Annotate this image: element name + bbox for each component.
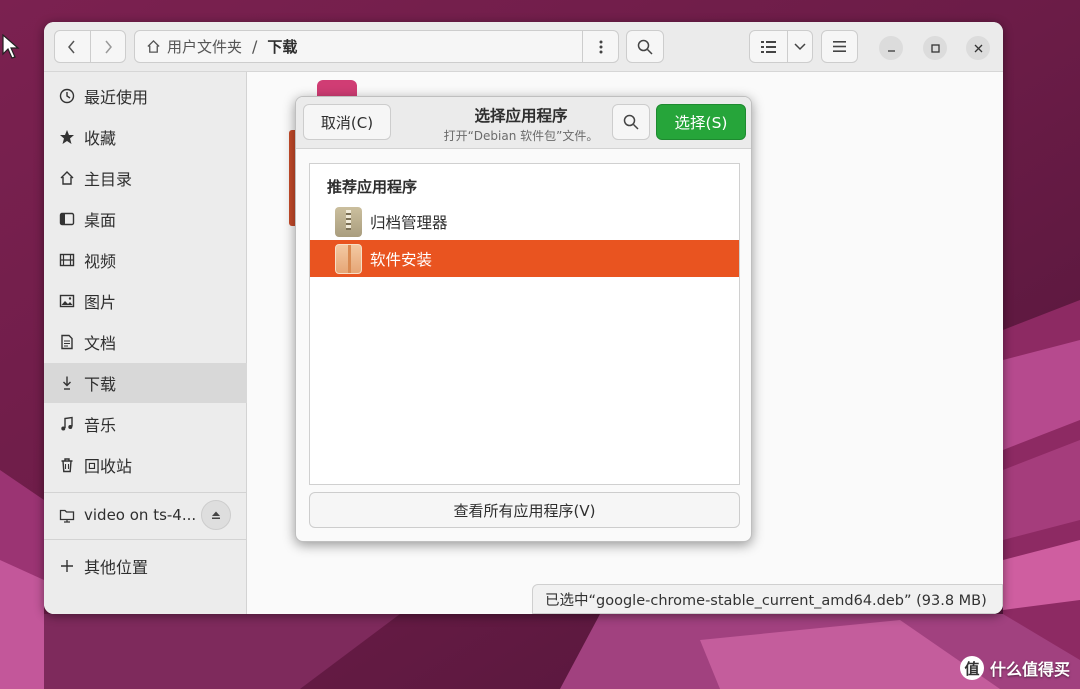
list-view-icon: [761, 40, 776, 53]
close-button[interactable]: [966, 36, 990, 60]
home-icon: [147, 39, 160, 53]
network-folder-icon: [58, 506, 76, 524]
maximize-button[interactable]: [923, 36, 947, 60]
sidebar-item-other-locations[interactable]: 其他位置: [44, 546, 247, 586]
view-all-applications-button[interactable]: 查看所有应用程序(V): [309, 492, 740, 528]
main-menu-button[interactable]: [821, 30, 858, 63]
app-row-software-install[interactable]: 软件安装: [310, 240, 739, 277]
sidebar-item-trash[interactable]: 回收站: [44, 445, 247, 485]
dialog-header: 取消(C) 选择应用程序 打开“Debian 软件包”文件。 选择(S): [296, 97, 751, 149]
sidebar-item-label: 其他位置: [84, 558, 149, 577]
dialog-subtitle: 打开“Debian 软件包”文件。: [443, 129, 599, 143]
sidebar-item-documents[interactable]: 文档: [44, 322, 247, 362]
app-row-archive-manager[interactable]: 归档管理器: [310, 203, 739, 240]
sidebar-item-desktop[interactable]: 桌面: [44, 199, 247, 239]
download-icon: [58, 374, 76, 392]
path-current-folder[interactable]: 下载: [267, 36, 297, 57]
vertical-dots-icon: [599, 40, 602, 53]
plus-icon: [58, 557, 76, 575]
sidebar-divider: [44, 492, 247, 493]
software-install-icon: [335, 243, 362, 274]
sidebar: 最近使用 收藏 主目录 桌面 视频 图片 文档 下载 音乐 回收站 video …: [44, 72, 247, 614]
path-bar: 用户文件夹 / 下载: [134, 30, 619, 63]
dialog-search-button[interactable]: [612, 104, 650, 140]
status-bar: 已选中“google-chrome-stable_current_amd64.d…: [532, 584, 1003, 614]
eject-button[interactable]: [201, 500, 231, 530]
sidebar-item-label: 音乐: [84, 416, 117, 435]
star-icon: [58, 128, 76, 146]
path-separator: /: [252, 37, 258, 56]
clock-icon: [58, 87, 76, 105]
view-toggle-group: [749, 30, 813, 63]
eject-icon: [212, 511, 220, 519]
archive-manager-icon: [335, 206, 362, 237]
watermark-text: 什么值得买: [989, 660, 1070, 679]
app-label: 软件安装: [370, 250, 433, 269]
image-icon: [58, 292, 76, 310]
watermark-logo: 值: [959, 656, 984, 680]
sidebar-divider: [44, 539, 247, 540]
sidebar-item-downloads[interactable]: 下载: [44, 363, 247, 403]
folder-menu-button[interactable]: [582, 31, 618, 62]
header-bar: 用户文件夹 / 下载: [44, 22, 1003, 72]
search-icon: [623, 114, 639, 130]
selection-status-text: 已选中“google-chrome-stable_current_amd64.d…: [545, 592, 987, 609]
sidebar-item-label: 图片: [84, 293, 117, 312]
navigation-buttons: [54, 30, 126, 63]
desktop-icon: [58, 210, 76, 228]
choose-application-dialog: 取消(C) 选择应用程序 打开“Debian 软件包”文件。 选择(S) 推荐应…: [295, 96, 752, 542]
chevron-down-icon: [794, 42, 806, 50]
search-icon: [637, 39, 653, 55]
back-button[interactable]: [55, 31, 90, 62]
sidebar-item-videos[interactable]: 视频: [44, 240, 247, 280]
dialog-title: 选择应用程序: [474, 107, 568, 125]
sidebar-item-recent[interactable]: 最近使用: [44, 76, 247, 116]
sidebar-item-label: 下载: [84, 375, 117, 394]
sidebar-item-music[interactable]: 音乐: [44, 404, 247, 444]
close-icon: [974, 44, 982, 52]
recommended-heading: 推荐应用程序: [327, 178, 418, 196]
hamburger-icon: [833, 41, 846, 52]
sidebar-item-home[interactable]: 主目录: [44, 158, 247, 198]
minimize-icon: [887, 49, 895, 52]
maximize-icon: [930, 43, 940, 53]
minimize-button[interactable]: [879, 36, 903, 60]
path-home-label: 用户文件夹: [167, 38, 243, 56]
select-button[interactable]: 选择(S): [656, 104, 746, 140]
watermark: 值 什么值得买: [959, 656, 1070, 680]
search-button[interactable]: [626, 30, 664, 63]
sidebar-item-label: 桌面: [84, 211, 117, 230]
music-icon: [58, 415, 76, 433]
sidebar-item-label: 收藏: [84, 129, 117, 148]
sidebar-item-label: 文档: [84, 334, 117, 353]
sidebar-item-label: 主目录: [84, 170, 133, 189]
list-view-button[interactable]: [750, 31, 787, 62]
trash-icon: [58, 456, 76, 474]
chevron-left-icon: [68, 40, 75, 53]
network-drive-label: video on ts-4...: [84, 506, 197, 524]
video-icon: [58, 251, 76, 269]
home-icon: [58, 169, 76, 187]
chevron-right-icon: [105, 40, 112, 53]
sidebar-item-starred[interactable]: 收藏: [44, 117, 247, 157]
forward-button[interactable]: [89, 31, 126, 62]
sidebar-item-label: 最近使用: [84, 88, 149, 107]
cancel-button[interactable]: 取消(C): [303, 104, 391, 140]
view-options-dropdown[interactable]: [787, 31, 812, 62]
sidebar-item-label: 回收站: [84, 457, 133, 476]
sidebar-item-label: 视频: [84, 252, 117, 271]
path-home-button[interactable]: 用户文件夹: [135, 36, 242, 57]
sidebar-item-pictures[interactable]: 图片: [44, 281, 247, 321]
mouse-pointer-icon: [2, 34, 20, 59]
app-label: 归档管理器: [370, 213, 448, 232]
application-list: 推荐应用程序 归档管理器 软件安装: [309, 163, 740, 485]
document-icon: [58, 333, 76, 351]
